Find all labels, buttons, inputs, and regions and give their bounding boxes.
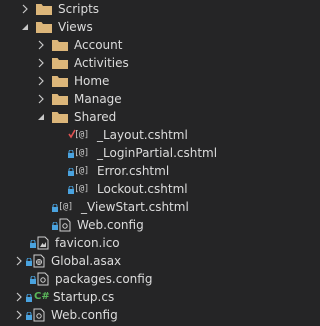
lock-icon — [26, 258, 32, 266]
tree-item-home[interactable]: Home — [0, 72, 314, 90]
config-file-icon — [26, 308, 46, 322]
folder-icon — [52, 111, 68, 124]
folder-icon — [52, 75, 68, 88]
tree-item-label: Web.config — [77, 218, 144, 232]
collapse-arrow-icon[interactable] — [36, 112, 46, 122]
expand-arrow-icon[interactable] — [36, 40, 46, 50]
tree-item-label: Home — [74, 74, 110, 88]
tree-item-views[interactable]: Views — [0, 18, 298, 36]
tree-item-label: Startup.cs — [53, 290, 115, 304]
tree-item-label: Scripts — [58, 2, 100, 16]
razor-file-icon: [@] — [68, 146, 92, 160]
expand-arrow-icon[interactable] — [36, 76, 46, 86]
lock-icon — [26, 294, 32, 302]
tree-item-label: Views — [58, 20, 93, 34]
folder-icon — [52, 39, 68, 52]
expand-arrow-icon[interactable] — [14, 256, 24, 266]
tree-item-label: _Layout.cshtml — [97, 128, 188, 142]
razor-file-icon: [@] — [68, 182, 92, 196]
solution-explorer-tree: Scripts Views Account Activities Home Ma… — [0, 0, 278, 326]
razor-file-icon: [@] — [68, 128, 92, 142]
tree-item-account[interactable]: Account — [0, 36, 314, 54]
tree-item-global-asax[interactable]: Global.asax — [0, 252, 292, 270]
tree-item-scripts[interactable]: Scripts — [0, 0, 298, 18]
tree-item-label: Lockout.cshtml — [97, 182, 188, 196]
expand-arrow-icon[interactable] — [36, 58, 46, 68]
folder-icon — [52, 57, 68, 70]
tree-item-manage[interactable]: Manage — [0, 90, 314, 108]
expand-arrow-icon[interactable] — [20, 4, 30, 14]
expand-arrow-icon[interactable] — [14, 292, 24, 302]
tree-item-label: Manage — [74, 92, 122, 106]
folder-icon — [36, 3, 52, 16]
tree-item-label: Activities — [74, 56, 129, 70]
collapse-arrow-icon[interactable] — [20, 22, 30, 32]
tree-item-label: _ViewStart.cshtml — [81, 200, 189, 214]
tree-item-lockout-cshtml[interactable]: [@] Lockout.cshtml — [0, 180, 320, 198]
lock-icon — [52, 222, 58, 230]
csharp-file-icon: C# — [26, 290, 50, 304]
tree-item-views-web-config[interactable]: Web.config — [0, 216, 320, 234]
tree-item-packages-config[interactable]: packages.config — [0, 270, 308, 288]
csharp-badge: C# — [34, 291, 50, 302]
tree-item-shared[interactable]: Shared — [0, 108, 314, 126]
tree-item-error-cshtml[interactable]: [@] Error.cshtml — [0, 162, 320, 180]
lock-icon — [30, 276, 36, 284]
tree-item-label: _LoginPartial.cshtml — [97, 146, 218, 160]
expand-arrow-icon[interactable] — [36, 94, 46, 104]
tree-item-startup-cs[interactable]: C# Startup.cs — [0, 288, 292, 306]
tree-item-label: Shared — [74, 110, 117, 124]
tree-item-layout-cshtml[interactable]: [@] _Layout.cshtml — [0, 126, 320, 144]
tree-item-label: favicon.ico — [55, 236, 120, 250]
asax-file-icon — [26, 254, 46, 268]
image-file-icon — [30, 236, 50, 250]
razor-file-icon: [@] — [52, 200, 76, 214]
tree-item-favicon-ico[interactable]: favicon.ico — [0, 234, 308, 252]
folder-icon — [52, 93, 68, 106]
tree-item-label: packages.config — [55, 272, 153, 286]
tree-item-viewstart-cshtml[interactable]: [@] _ViewStart.cshtml — [0, 198, 320, 216]
expand-arrow-icon[interactable] — [14, 310, 24, 320]
tree-item-label: Global.asax — [51, 254, 122, 268]
tree-item-activities[interactable]: Activities — [0, 54, 314, 72]
lock-icon — [30, 240, 36, 248]
tree-item-label: Error.cshtml — [97, 164, 170, 178]
config-file-icon — [30, 272, 50, 286]
config-file-icon — [52, 218, 72, 232]
tree-item-web-config[interactable]: Web.config — [0, 306, 292, 324]
tree-item-label: Web.config — [51, 308, 118, 322]
tree-item-loginpartial-cshtml[interactable]: [@] _LoginPartial.cshtml — [0, 144, 320, 162]
lock-icon — [26, 312, 32, 320]
folder-icon — [36, 21, 52, 34]
tree-item-label: Account — [74, 38, 123, 52]
razor-file-icon: [@] — [68, 164, 92, 178]
